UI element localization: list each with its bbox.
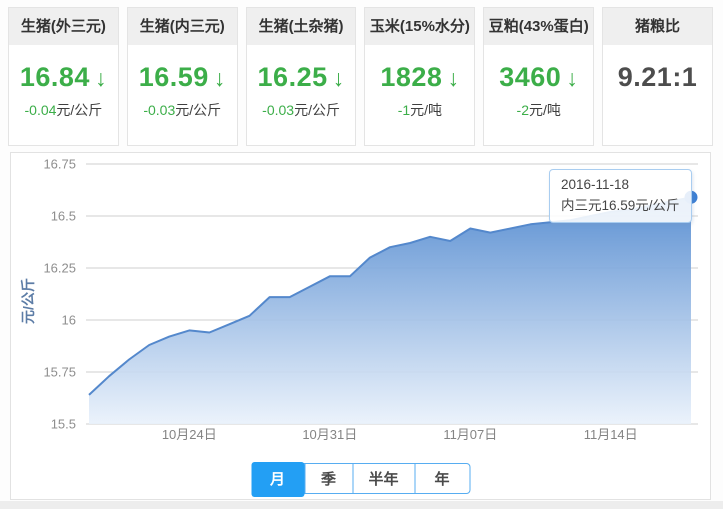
card-delta: -0.04 (24, 102, 57, 118)
price-card-pig-grain-ratio[interactable]: 猪粮比 9.21:1 (602, 7, 713, 146)
card-delta: -2 (516, 102, 529, 118)
area-series (89, 197, 691, 424)
x-tick-label: 11月07日 (443, 427, 497, 442)
tab-half-year[interactable]: 半年 (352, 464, 414, 493)
tab-quarter[interactable]: 季 (304, 464, 352, 493)
price-card-corn[interactable]: 玉米(15%水分) 1828 ↓ -1元/吨 (364, 7, 476, 146)
arrow-down-icon: ↓ (213, 65, 226, 91)
card-delta-unit: 元/公斤 (175, 102, 222, 118)
card-value: 16.25 (257, 62, 328, 92)
card-delta-unit: 元/吨 (529, 102, 561, 118)
price-card-soymeal[interactable]: 豆粕(43%蛋白) 3460 ↓ -2元/吨 (483, 7, 595, 146)
y-tick-label: 16 (62, 313, 76, 328)
price-card-pig-waisanyuan[interactable]: 生猪(外三元) 16.84 ↓ -0.04元/公斤 (8, 7, 119, 146)
tooltip-date: 2016-11-18 (561, 177, 630, 192)
card-value: 1828 (380, 62, 443, 92)
card-title: 生猪(土杂猪) (246, 8, 356, 45)
card-value: 3460 (499, 62, 562, 92)
x-tick-label: 11月14日 (584, 427, 638, 442)
card-value: 16.84 (19, 62, 90, 92)
price-trend-panel: 15.5 15.75 16 16.25 16.5 16.75 10月24日 10月31日 11月… (10, 152, 711, 500)
y-axis-name: 元/公斤 (20, 278, 36, 324)
card-delta: -0.03 (262, 102, 295, 118)
card-title: 生猪(内三元) (127, 8, 237, 45)
card-delta: -0.03 (143, 102, 176, 118)
page-footer-strip (0, 501, 723, 509)
y-tick-label: 16.5 (51, 209, 76, 224)
tab-month[interactable]: 月 (251, 462, 304, 497)
card-delta: -1 (397, 102, 411, 118)
card-value: 16.59 (138, 62, 209, 92)
tooltip-value: 内三元16.59元/公斤 (561, 197, 680, 213)
y-tick-label: 15.5 (51, 417, 76, 432)
y-tick-label: 16.75 (43, 157, 76, 172)
arrow-down-icon: ↓ (94, 65, 107, 91)
card-title: 玉米(15%水分) (365, 8, 475, 45)
x-tick-label: 10月24日 (162, 427, 217, 442)
price-card-pig-tuzazhu[interactable]: 生猪(土杂猪) 16.25 ↓ -0.03元/公斤 (245, 7, 357, 146)
period-tabs: 月 季 半年 年 (251, 462, 470, 497)
card-title: 生猪(外三元) (9, 8, 118, 45)
card-title: 猪粮比 (603, 8, 712, 45)
arrow-down-icon: ↓ (447, 65, 460, 91)
card-title: 豆粕(43%蛋白) (484, 8, 594, 45)
price-cards-row: 生猪(外三元) 16.84 ↓ -0.04元/公斤 生猪(内三元) 16.59 ↓ … (8, 7, 713, 146)
chart-tooltip: 2016-11-18 内三元16.59元/公斤 (549, 169, 692, 223)
tab-year[interactable]: 年 (414, 464, 469, 493)
card-value: 9.21:1 (617, 62, 698, 92)
y-tick-label: 15.75 (43, 365, 76, 380)
card-delta-unit: 元/公斤 (294, 102, 340, 118)
pig-price-dashboard: 生猪(外三元) 16.84 ↓ -0.04元/公斤 生猪(内三元) 16.59 ↓ … (0, 0, 723, 509)
card-delta-unit: 元/公斤 (56, 102, 103, 118)
x-tick-label: 10月31日 (302, 427, 357, 442)
price-card-pig-neisanyuan[interactable]: 生猪(内三元) 16.59 ↓ -0.03元/公斤 (126, 7, 238, 146)
arrow-down-icon: ↓ (566, 65, 579, 91)
card-delta-unit: 元/吨 (410, 102, 443, 118)
arrow-down-icon: ↓ (332, 65, 345, 91)
y-tick-label: 16.25 (43, 261, 76, 276)
